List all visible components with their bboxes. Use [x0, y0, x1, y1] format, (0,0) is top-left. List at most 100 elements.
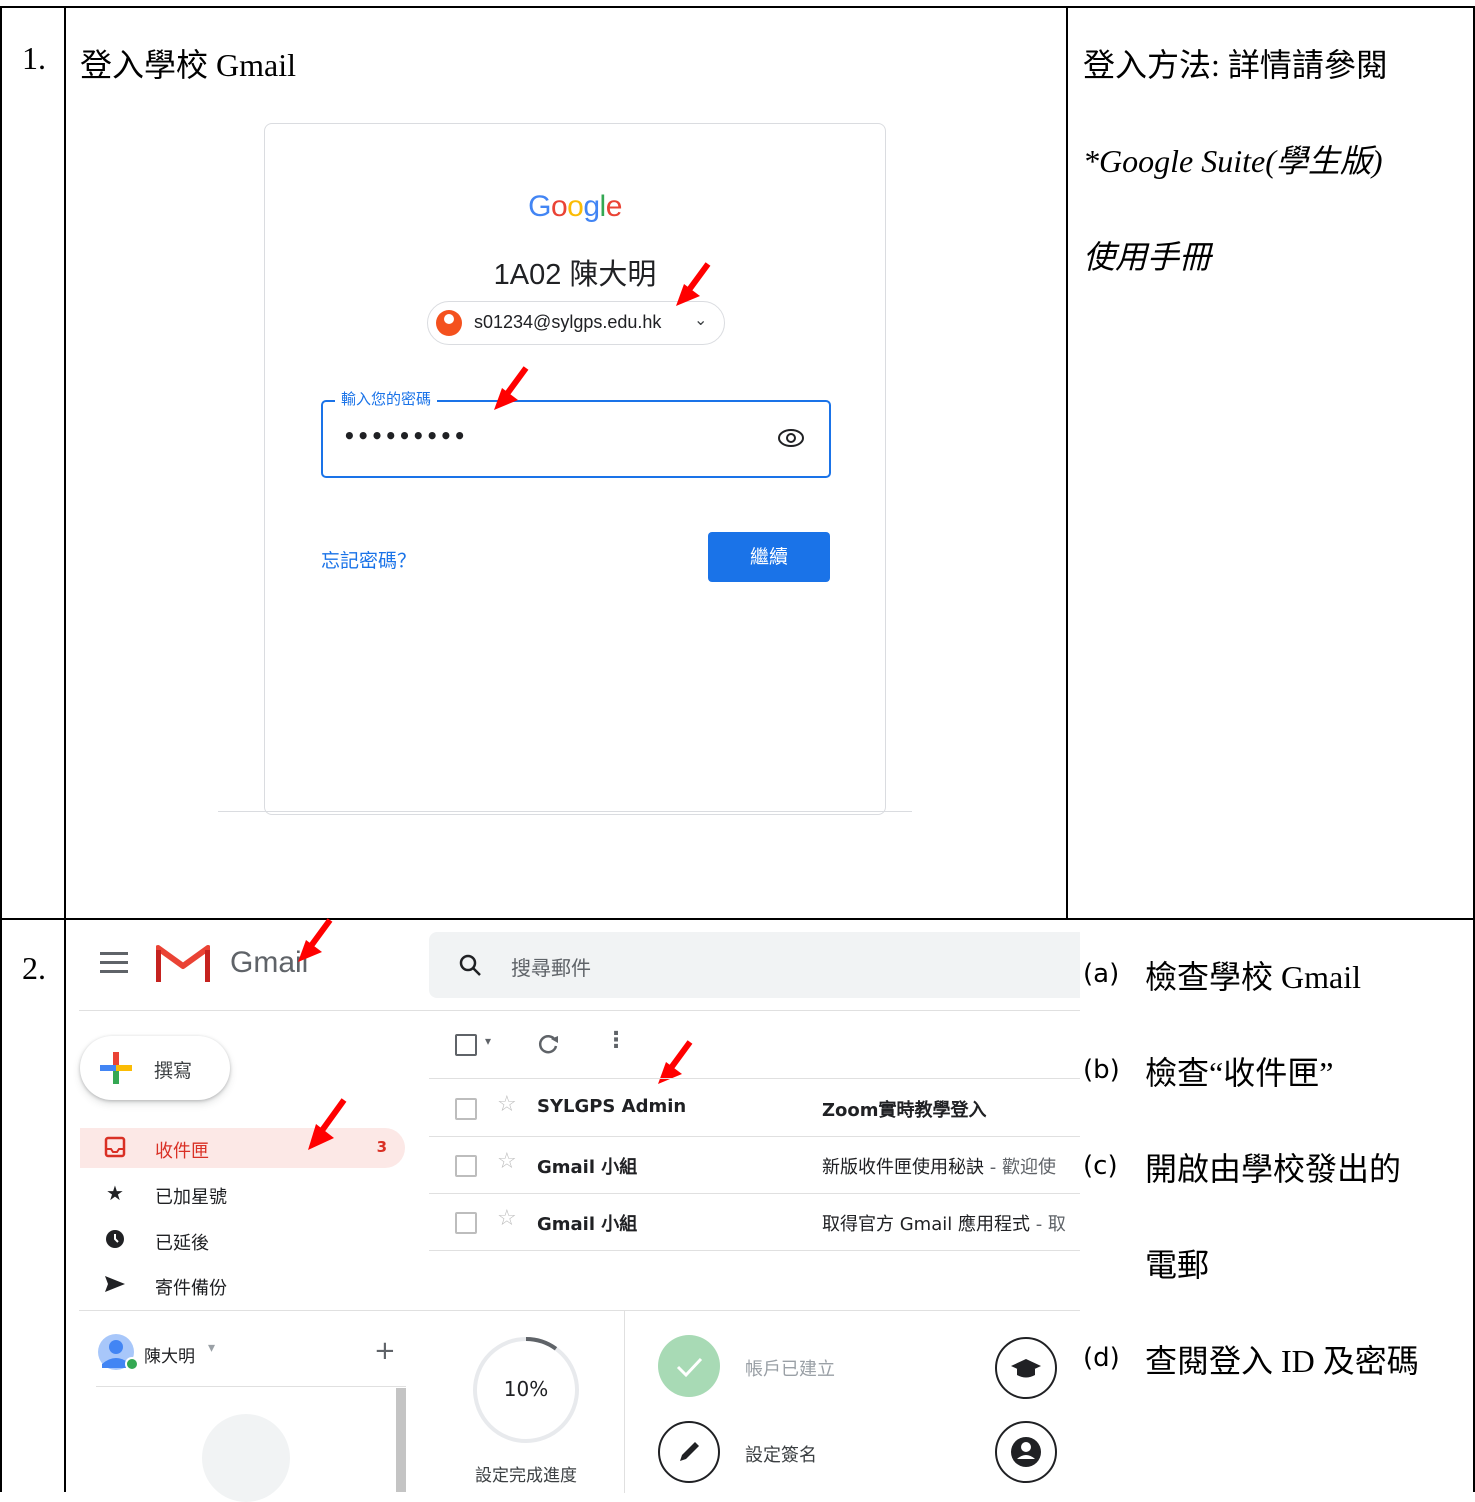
compose-button[interactable]: 撰寫	[80, 1036, 230, 1100]
nav-label: 已延後	[155, 1233, 209, 1254]
graduation-cap-icon[interactable]	[995, 1337, 1057, 1399]
step-item: (c) 開啟由學校發出的	[1083, 1144, 1401, 1187]
hangouts-divider	[79, 1310, 429, 1311]
email-sender: Gmail 小組	[537, 1157, 638, 1178]
side-note-line1: 登入方法: 詳情請參閱	[1083, 47, 1388, 83]
email-subject: Zoom實時教學登入	[822, 1096, 1080, 1122]
star-icon[interactable]: ☆	[497, 1149, 517, 1174]
red-arrow-icon	[298, 918, 333, 962]
chevron-down-icon[interactable]: ▾	[485, 1034, 491, 1048]
account-name: 1A02 陳大明	[493, 259, 657, 291]
step-text: 電郵	[1145, 1247, 1210, 1283]
compose-label: 撰寫	[154, 1060, 193, 1082]
eye-icon[interactable]	[777, 424, 805, 452]
step-item: (a) 檢查學校 Gmail	[1083, 952, 1361, 995]
avatar	[98, 1334, 138, 1371]
hangouts-username: 陳大明	[144, 1347, 195, 1367]
row-checkbox[interactable]	[455, 1098, 477, 1120]
pencil-icon[interactable]	[658, 1421, 720, 1483]
table-top-border	[0, 6, 1475, 8]
table-row-divider	[0, 918, 1475, 920]
email-subject-text: 新版收件匣使用秘訣	[822, 1157, 984, 1178]
account-email: s01234@sylgps.edu.hk	[474, 312, 662, 332]
search-bar[interactable]: 搜尋郵件	[429, 932, 1080, 998]
hangouts-scrollbar[interactable]	[396, 1388, 406, 1492]
setup-step-account: 帳戶已建立	[745, 1359, 835, 1380]
table-row[interactable]: ☆ Gmail 小組 新版收件匣使用秘訣 - 歡迎使	[429, 1137, 1080, 1194]
star-icon: ★	[106, 1181, 124, 1205]
search-placeholder: 搜尋郵件	[511, 956, 591, 980]
progress-label: 設定完成進度	[475, 1466, 577, 1486]
nav-label: 已加星號	[155, 1187, 227, 1208]
plus-icon	[100, 1052, 132, 1084]
password-field[interactable]: 輸入您的密碼 •••••••••	[321, 388, 831, 478]
nav-label: 寄件備份	[155, 1278, 227, 1299]
card-bottom-line	[218, 811, 912, 812]
step-text: 檢查學校 Gmail	[1145, 959, 1361, 995]
step-item: (b) 檢查“收件匣”	[1083, 1048, 1333, 1091]
list-top-divider	[429, 1078, 1080, 1079]
red-arrow-icon	[308, 1098, 347, 1150]
table-row[interactable]: ☆ SYLGPS Admin Zoom實時教學登入	[429, 1080, 1080, 1137]
add-contact-icon[interactable]: +	[374, 1336, 396, 1366]
password-value: •••••••••	[343, 424, 468, 448]
password-label: 輸入您的密碼	[335, 388, 438, 409]
email-sender: SYLGPS Admin	[537, 1096, 687, 1117]
more-options-icon[interactable]: ⋮	[605, 1028, 627, 1053]
step-label: (b)	[1083, 1055, 1120, 1085]
gmail-logo-icon	[156, 945, 210, 982]
nav-label: 收件匣	[155, 1141, 209, 1162]
send-icon	[105, 1276, 125, 1292]
email-sender: Gmail 小組	[537, 1214, 638, 1235]
progress-percent: 10%	[503, 1377, 549, 1401]
panel-divider	[624, 1311, 625, 1493]
refresh-icon[interactable]	[537, 1032, 561, 1056]
email-subject: 新版收件匣使用秘訣 - 歡迎使	[822, 1153, 1080, 1179]
email-subject-text: 取得官方 Gmail 應用程式	[822, 1214, 1030, 1235]
header-divider	[79, 1010, 1080, 1011]
row-checkbox[interactable]	[455, 1155, 477, 1177]
search-icon[interactable]	[457, 952, 483, 978]
setup-progress-panel: 10% 設定完成進度 帳戶已建立 設定簽名	[429, 1310, 1080, 1493]
menu-icon[interactable]	[100, 952, 128, 974]
clock-icon	[106, 1230, 124, 1248]
progress-arc	[525, 1337, 558, 1351]
google-signin-card: Google 1A02 陳大明 s01234@sylgps.edu.hk ⌄ 輸…	[264, 123, 886, 815]
email-subject: 取得官方 Gmail 應用程式 - 取	[822, 1210, 1080, 1236]
unread-count: 3	[376, 1138, 387, 1156]
row-checkbox[interactable]	[455, 1212, 477, 1234]
table-row[interactable]: ☆ Gmail 小組 取得官方 Gmail 應用程式 - 取	[429, 1194, 1080, 1251]
star-icon[interactable]: ☆	[497, 1092, 517, 1117]
setup-step-signature[interactable]: 設定簽名	[745, 1441, 817, 1467]
side-note-line3: 使用手冊	[1083, 239, 1212, 275]
row-number: 1.	[22, 40, 46, 76]
row-number: 2.	[22, 950, 46, 986]
table-row1-side-col-border	[1066, 6, 1068, 920]
table-left-border	[0, 6, 2, 1492]
next-button[interactable]: 繼續	[708, 532, 830, 582]
email-snippet: - 取	[1029, 1214, 1066, 1235]
nav-item-sent[interactable]: 寄件備份	[80, 1265, 405, 1305]
hangouts-panel-line	[96, 1386, 406, 1387]
step-text: 查閱登入 ID 及密碼	[1145, 1343, 1419, 1379]
red-arrow-icon	[494, 366, 529, 410]
step-text: 檢查“收件匣”	[1145, 1055, 1334, 1091]
account-circle-icon[interactable]	[995, 1421, 1057, 1483]
forgot-password-link[interactable]: 忘記密碼？	[321, 546, 416, 573]
table-number-col-border	[64, 6, 66, 1492]
email-snippet: - 歡迎使	[984, 1157, 1056, 1178]
google-logo: Google	[528, 190, 622, 223]
chevron-down-icon: ▾	[208, 1340, 216, 1356]
step-label: (d)	[1083, 1343, 1120, 1373]
side-note-line2: *Google Suite(學生版)	[1083, 143, 1383, 179]
step-label: (c)	[1083, 1151, 1118, 1181]
step-item: (d) 查閱登入 ID 及密碼	[1083, 1336, 1419, 1379]
star-icon[interactable]: ☆	[497, 1206, 517, 1231]
check-icon	[658, 1335, 720, 1397]
email-subject-text: Zoom實時教學登入	[822, 1100, 987, 1121]
step-title: 登入學校 Gmail	[80, 47, 296, 83]
nav-item-starred[interactable]: ★ 已加星號	[80, 1174, 405, 1214]
select-all-checkbox[interactable]	[455, 1034, 477, 1056]
quote-icon	[202, 1414, 290, 1502]
nav-item-snoozed[interactable]: 已延後	[80, 1220, 405, 1260]
